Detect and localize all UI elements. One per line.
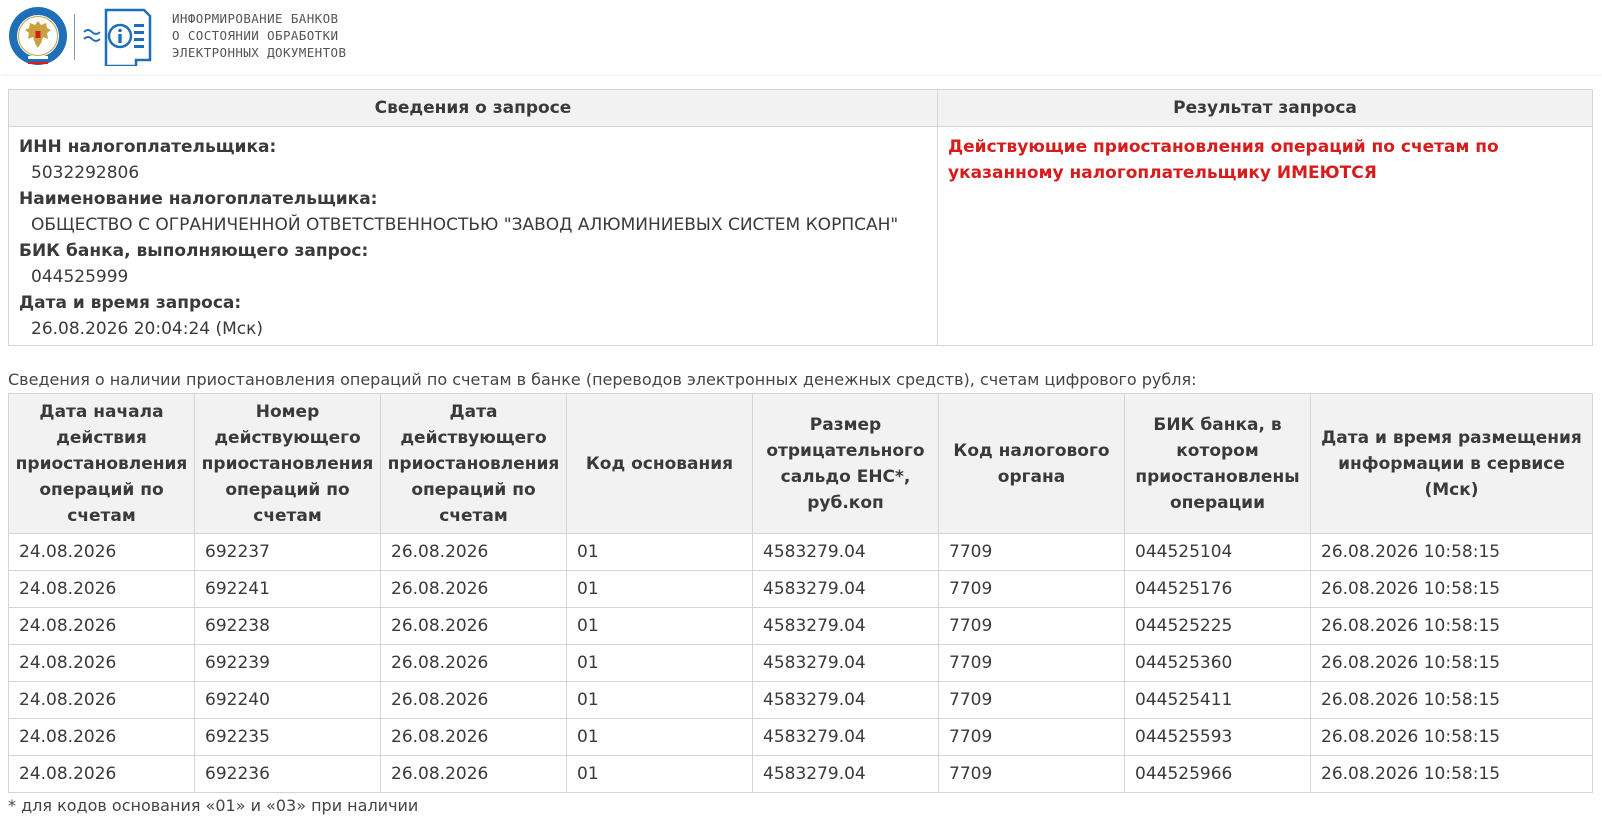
footnote: * для кодов основания «01» и «03» при на…: [8, 796, 419, 815]
suspensions-caption: Сведения о наличии приостановления опера…: [8, 370, 1197, 389]
table-cell: 26.08.2026: [380, 607, 567, 645]
table-cell: 044525104: [1124, 533, 1311, 571]
table-cell: 01: [566, 755, 753, 793]
table-cell: 044525176: [1124, 570, 1311, 608]
info-document-icon: [83, 8, 152, 66]
service-title-line: ИНФОРМИРОВАНИЕ БАНКОВ: [172, 11, 339, 26]
taxpayer-name-label: Наименование налогоплательщика:: [19, 189, 378, 209]
request-result-header: Результат запроса: [937, 89, 1593, 127]
request-info-cell: ИНН налогоплательщика: 5032292806 Наимен…: [8, 126, 938, 346]
table-cell: 26.08.2026 10:58:15: [1310, 570, 1593, 608]
table-cell: 01: [566, 570, 753, 608]
column-header: Код налогового органа: [938, 393, 1125, 534]
table-cell: 7709: [938, 570, 1125, 608]
table-cell: 692237: [194, 533, 381, 571]
table-cell: 4583279.04: [752, 644, 939, 682]
table-cell: 692238: [194, 607, 381, 645]
column-header: Дата начала действия приостановления опе…: [8, 393, 195, 534]
table-cell: 24.08.2026: [8, 644, 195, 682]
table-cell: 7709: [938, 681, 1125, 719]
suspensions-table: Дата начала действия приостановления опе…: [8, 393, 1593, 793]
request-datetime-label: Дата и время запроса:: [19, 293, 242, 313]
table-cell: 24.08.2026: [8, 718, 195, 756]
table-cell: 692235: [194, 718, 381, 756]
logo-divider: [74, 14, 75, 60]
table-cell: 01: [566, 681, 753, 719]
table-row: 24.08.2026 692236 26.08.2026 01 4583279.04 77…: [8, 755, 1593, 793]
table-cell: 7709: [938, 607, 1125, 645]
table-cell: 692241: [194, 570, 381, 608]
table-cell: 7709: [938, 533, 1125, 571]
column-header: Код основания: [566, 393, 753, 534]
table-cell: 044525360: [1124, 644, 1311, 682]
table-cell: 01: [566, 644, 753, 682]
table-cell: 044525411: [1124, 681, 1311, 719]
table-cell: 7709: [938, 755, 1125, 793]
table-cell: 4583279.04: [752, 755, 939, 793]
table-cell: 26.08.2026: [380, 718, 567, 756]
page-header: ИНФОРМИРОВАНИЕ БАНКОВ О СОСТОЯНИИ ОБРАБО…: [0, 0, 1602, 74]
service-title-line: ЭЛЕКТРОННЫХ ДОКУМЕНТОВ: [172, 45, 347, 60]
table-row: 24.08.2026 692238 26.08.2026 01 4583279.04 77…: [8, 607, 1593, 645]
column-header: Дата действующего приостановления операц…: [380, 393, 567, 534]
service-title: ИНФОРМИРОВАНИЕ БАНКОВ О СОСТОЯНИИ ОБРАБО…: [172, 10, 432, 61]
table-cell: 4583279.04: [752, 607, 939, 645]
table-cell: 24.08.2026: [8, 607, 195, 645]
table-cell: 4583279.04: [752, 533, 939, 571]
table-cell: 4583279.04: [752, 570, 939, 608]
table-cell: 7709: [938, 718, 1125, 756]
fns-emblem-icon: [9, 7, 67, 65]
table-cell: 24.08.2026: [8, 755, 195, 793]
table-cell: 24.08.2026: [8, 681, 195, 719]
table-cell: 692239: [194, 644, 381, 682]
table-cell: 692236: [194, 755, 381, 793]
table-cell: 24.08.2026: [8, 533, 195, 571]
table-row: 24.08.2026 692237 26.08.2026 01 4583279.04 77…: [8, 533, 1593, 571]
column-header: БИК банка, в котором приостановлены опер…: [1124, 393, 1311, 534]
table-cell: 26.08.2026 10:58:15: [1310, 718, 1593, 756]
table-cell: 26.08.2026 10:58:15: [1310, 533, 1593, 571]
table-cell: 26.08.2026: [380, 533, 567, 571]
table-cell: 01: [566, 533, 753, 571]
table-cell: 26.08.2026 10:58:15: [1310, 755, 1593, 793]
table-cell: 692240: [194, 681, 381, 719]
request-info-header: Сведения о запросе: [8, 89, 938, 127]
table-cell: 7709: [938, 644, 1125, 682]
table-cell: 26.08.2026: [380, 570, 567, 608]
column-header: Дата и время размещения информации в сер…: [1310, 393, 1593, 534]
table-cell: 26.08.2026: [380, 755, 567, 793]
table-cell: 26.08.2026 10:58:15: [1310, 607, 1593, 645]
table-cell: 044525225: [1124, 607, 1311, 645]
table-cell: 01: [566, 607, 753, 645]
bank-bik-label: БИК банка, выполняющего запрос:: [19, 241, 369, 261]
table-row: 24.08.2026 692241 26.08.2026 01 4583279.04 77…: [8, 570, 1593, 608]
bank-bik-value: 044525999: [31, 267, 129, 287]
column-header: Номер действующего приостановления опера…: [194, 393, 381, 534]
suspensions-table-body: 24.08.2026 692237 26.08.2026 01 4583279.04 77…: [8, 533, 1593, 793]
inn-value: 5032292806: [31, 163, 140, 183]
table-cell: 4583279.04: [752, 681, 939, 719]
table-cell: 26.08.2026 10:58:15: [1310, 644, 1593, 682]
request-datetime-value: 26.08.2026 20:04:24 (Мск): [31, 319, 264, 339]
table-cell: 4583279.04: [752, 718, 939, 756]
table-cell: 26.08.2026: [380, 681, 567, 719]
table-cell: 26.08.2026: [380, 644, 567, 682]
table-row: 24.08.2026 692239 26.08.2026 01 4583279.04 77…: [8, 644, 1593, 682]
request-result-text: Действующие приостановления операций по …: [948, 137, 1499, 183]
table-cell: 044525593: [1124, 718, 1311, 756]
service-title-line: О СОСТОЯНИИ ОБРАБОТКИ: [172, 28, 339, 43]
column-header: Размер отрицательного сальдо ЕНС*, руб.к…: [752, 393, 939, 534]
table-cell: 26.08.2026 10:58:15: [1310, 681, 1593, 719]
inn-label: ИНН налогоплательщика:: [19, 137, 277, 157]
table-cell: 24.08.2026: [8, 570, 195, 608]
request-result-cell: Действующие приостановления операций по …: [937, 126, 1593, 346]
table-cell: 044525966: [1124, 755, 1311, 793]
table-row: 24.08.2026 692240 26.08.2026 01 4583279.04 77…: [8, 681, 1593, 719]
table-cell: 01: [566, 718, 753, 756]
taxpayer-name-value: ОБЩЕСТВО С ОГРАНИЧЕННОЙ ОТВЕТСТВЕННОСТЬЮ…: [31, 215, 899, 235]
request-table: Сведения о запросе Результат запроса ИНН…: [8, 89, 1593, 346]
table-row: 24.08.2026 692235 26.08.2026 01 4583279.04 77…: [8, 718, 1593, 756]
